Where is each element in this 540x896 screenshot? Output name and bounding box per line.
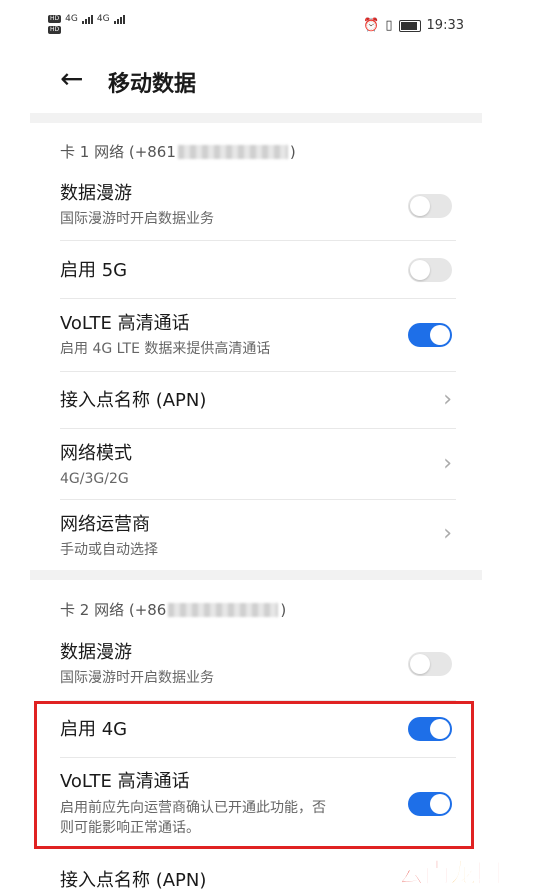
sim2-data-roaming-toggle[interactable] bbox=[408, 652, 452, 676]
row-title: 网络运营商 bbox=[60, 514, 150, 535]
sim1-enable-5g-row[interactable]: 启用 5G bbox=[60, 260, 456, 282]
row-title: 启用 5G bbox=[60, 260, 128, 281]
vibrate-icon: ▯ bbox=[385, 18, 393, 33]
sim2-section-label: 卡 2 网络 (+86 ) bbox=[60, 600, 287, 620]
row-subtitle: 国际漫游时开启数据业务 bbox=[60, 670, 214, 686]
row-title: VoLTE 高清通话 bbox=[60, 313, 190, 334]
redacted-number bbox=[168, 602, 279, 617]
status-bar: HD 4G 4G HD ⏰ ▯ 19:33 bbox=[0, 0, 540, 52]
sim2-apn-row[interactable]: 接入点名称 (APN) bbox=[60, 870, 456, 892]
sim1-data-roaming-row[interactable]: 数据漫游 国际漫游时开启数据业务 bbox=[60, 183, 456, 229]
highlight-box bbox=[34, 701, 474, 849]
network-type-sim2: 4G bbox=[96, 14, 110, 24]
sim1-apn-row[interactable]: 接入点名称 (APN) bbox=[60, 390, 456, 412]
chevron-right-icon: › bbox=[443, 521, 452, 546]
divider bbox=[60, 240, 456, 241]
hd-icon: HD bbox=[48, 15, 62, 23]
signal-bars-icon bbox=[81, 14, 93, 24]
network-type-sim1: 4G bbox=[65, 14, 78, 24]
sim1-network-mode-row[interactable]: 网络模式 4G/3G/2G bbox=[60, 443, 456, 489]
app-header: ← 移动数据 bbox=[0, 56, 540, 104]
row-subtitle: 国际漫游时开启数据业务 bbox=[60, 211, 214, 227]
hd-icon: HD bbox=[48, 26, 62, 34]
status-right: ⏰ ▯ 19:33 bbox=[363, 18, 464, 33]
row-title: 接入点名称 (APN) bbox=[60, 870, 207, 891]
sim1-volte-toggle[interactable] bbox=[408, 323, 452, 347]
divider bbox=[60, 499, 456, 500]
signal-bars-icon bbox=[113, 14, 125, 24]
row-title: 网络模式 bbox=[60, 443, 132, 464]
watermark-logo: 云 南 龙 网 bbox=[397, 859, 503, 890]
sim1-section-label: 卡 1 网络 (+861 ) bbox=[60, 142, 296, 162]
signal-indicators: HD 4G 4G HD bbox=[48, 14, 125, 34]
alarm-icon: ⏰ bbox=[363, 18, 380, 33]
divider bbox=[60, 428, 456, 429]
row-subtitle: 启用 4G LTE 数据来提供高清通话 bbox=[60, 341, 271, 357]
redacted-number bbox=[177, 144, 288, 159]
sim1-volte-row[interactable]: VoLTE 高清通话 启用 4G LTE 数据来提供高清通话 bbox=[60, 313, 456, 359]
divider bbox=[60, 371, 456, 372]
sim1-data-roaming-toggle[interactable] bbox=[408, 194, 452, 218]
section-separator bbox=[30, 113, 482, 123]
chevron-right-icon: › bbox=[443, 387, 452, 412]
sim2-data-roaming-row[interactable]: 数据漫游 国际漫游时开启数据业务 bbox=[60, 642, 456, 688]
row-title: 数据漫游 bbox=[60, 642, 132, 663]
section-separator bbox=[30, 570, 482, 580]
page-title: 移动数据 bbox=[108, 72, 197, 97]
row-title: 数据漫游 bbox=[60, 183, 132, 204]
row-title: 接入点名称 (APN) bbox=[60, 390, 207, 411]
back-arrow-icon[interactable]: ← bbox=[60, 65, 83, 93]
divider bbox=[60, 298, 456, 299]
sim1-carrier-row[interactable]: 网络运营商 手动或自动选择 bbox=[60, 514, 456, 560]
clock: 19:33 bbox=[426, 18, 464, 33]
row-subtitle: 手动或自动选择 bbox=[60, 542, 158, 558]
battery-icon bbox=[398, 19, 421, 32]
chevron-right-icon: › bbox=[443, 451, 452, 476]
row-subtitle: 4G/3G/2G bbox=[60, 471, 129, 487]
sim1-enable-5g-toggle[interactable] bbox=[408, 258, 452, 282]
